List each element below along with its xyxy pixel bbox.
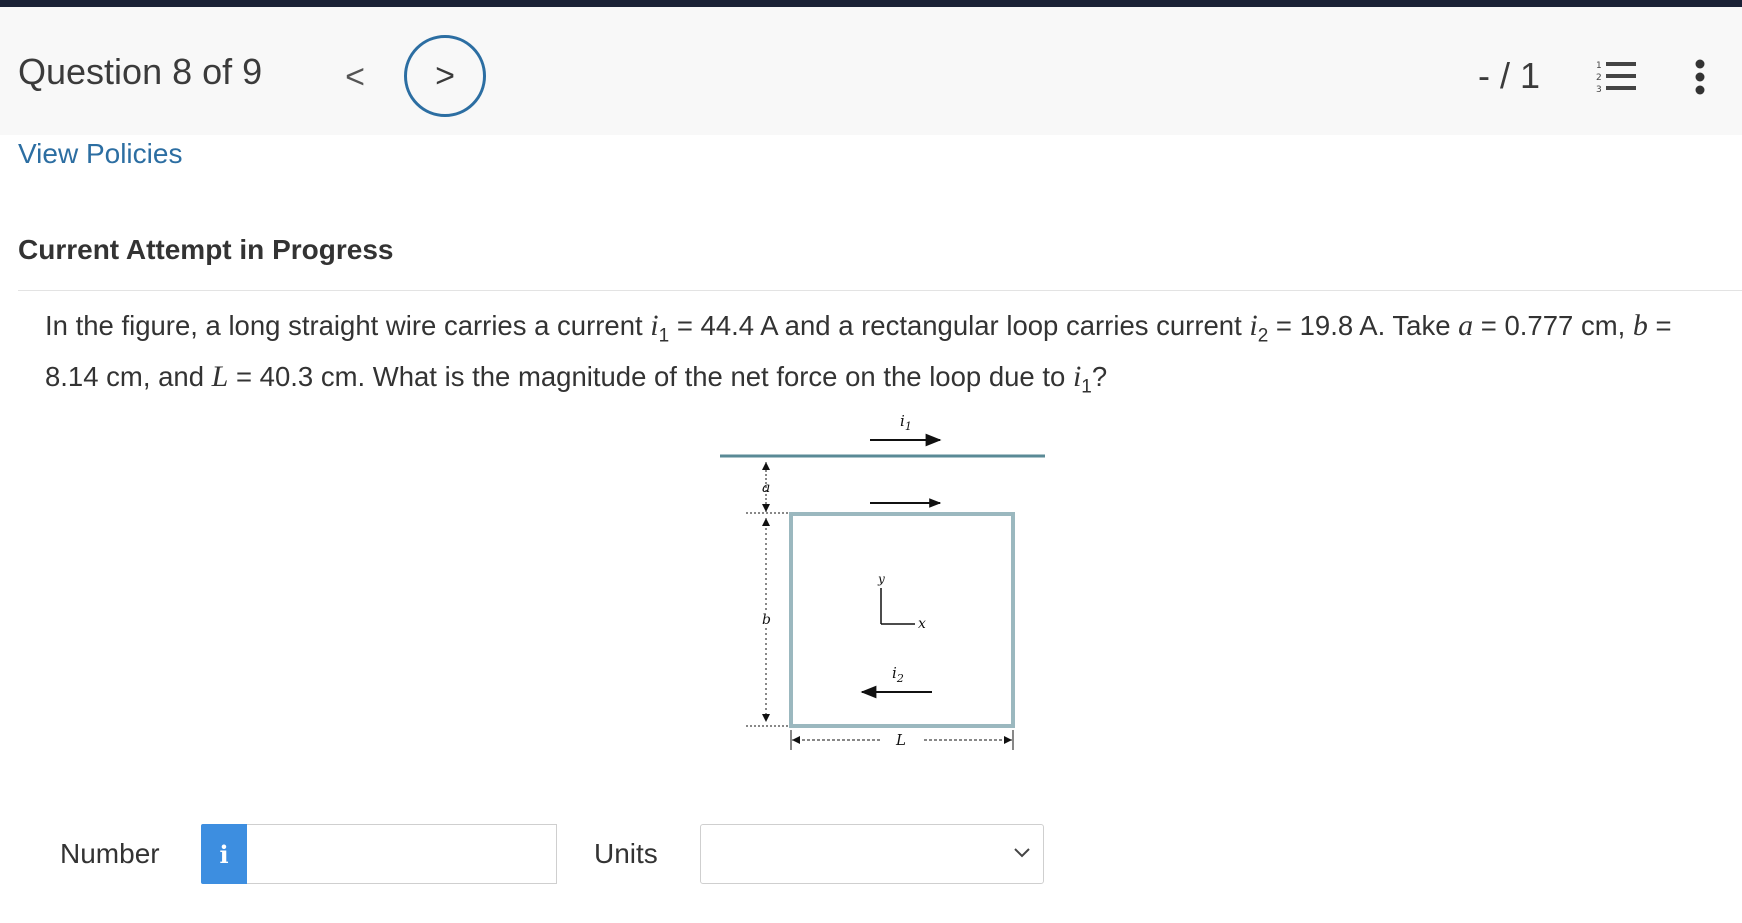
view-policies-link[interactable]: View Policies: [18, 138, 182, 170]
next-question-button[interactable]: >: [404, 35, 486, 117]
numbered-list-icon[interactable]: 1 2 3: [1596, 59, 1640, 95]
question-score: - / 1: [1478, 55, 1541, 96]
l-label: L: [895, 731, 906, 749]
number-label: Number: [60, 838, 160, 869]
l-arrow-right-icon: [1004, 736, 1012, 744]
units-dropdown[interactable]: [700, 824, 1044, 884]
number-input[interactable]: [247, 824, 557, 884]
question-counter: Question 8 of 9: [18, 51, 263, 92]
a-arrow-down-icon: [762, 504, 770, 512]
info-button[interactable]: i: [201, 824, 247, 884]
l-arrow-left-icon: [792, 736, 800, 744]
b-arrow-up-icon: [762, 518, 770, 526]
chevron-down-icon: [1014, 848, 1030, 858]
x-axis-label: x: [918, 616, 926, 632]
question-text: In the figure, a long straight wire carr…: [45, 309, 1672, 397]
b-arrow-down-icon: [762, 714, 770, 722]
svg-text:1: 1: [1596, 61, 1602, 71]
units-label: Units: [594, 838, 658, 869]
a-label: a: [762, 480, 770, 496]
more-vertical-icon[interactable]: [1692, 59, 1708, 95]
i1-label: i1: [900, 412, 912, 433]
wire-loop-figure: i1 a b y x i2 L: [700, 400, 1060, 780]
svg-text:2: 2: [1596, 73, 1602, 83]
b-label: b: [762, 612, 771, 628]
svg-text:3: 3: [1596, 85, 1602, 95]
previous-question-button[interactable]: <: [335, 57, 375, 97]
attempt-status-heading: Current Attempt in Progress: [18, 234, 394, 265]
chevron-left-icon: <: [345, 57, 365, 96]
question-header: Question 8 of 9 < > - / 1 1 2 3: [0, 7, 1742, 135]
y-axis-label: y: [877, 572, 885, 586]
i2-label: i2: [892, 664, 904, 685]
top-accent-bar: [0, 0, 1742, 7]
info-icon: i: [219, 839, 229, 869]
rectangular-loop: [789, 512, 1015, 728]
chevron-right-icon: >: [435, 56, 455, 95]
a-arrow-up-icon: [762, 462, 770, 470]
